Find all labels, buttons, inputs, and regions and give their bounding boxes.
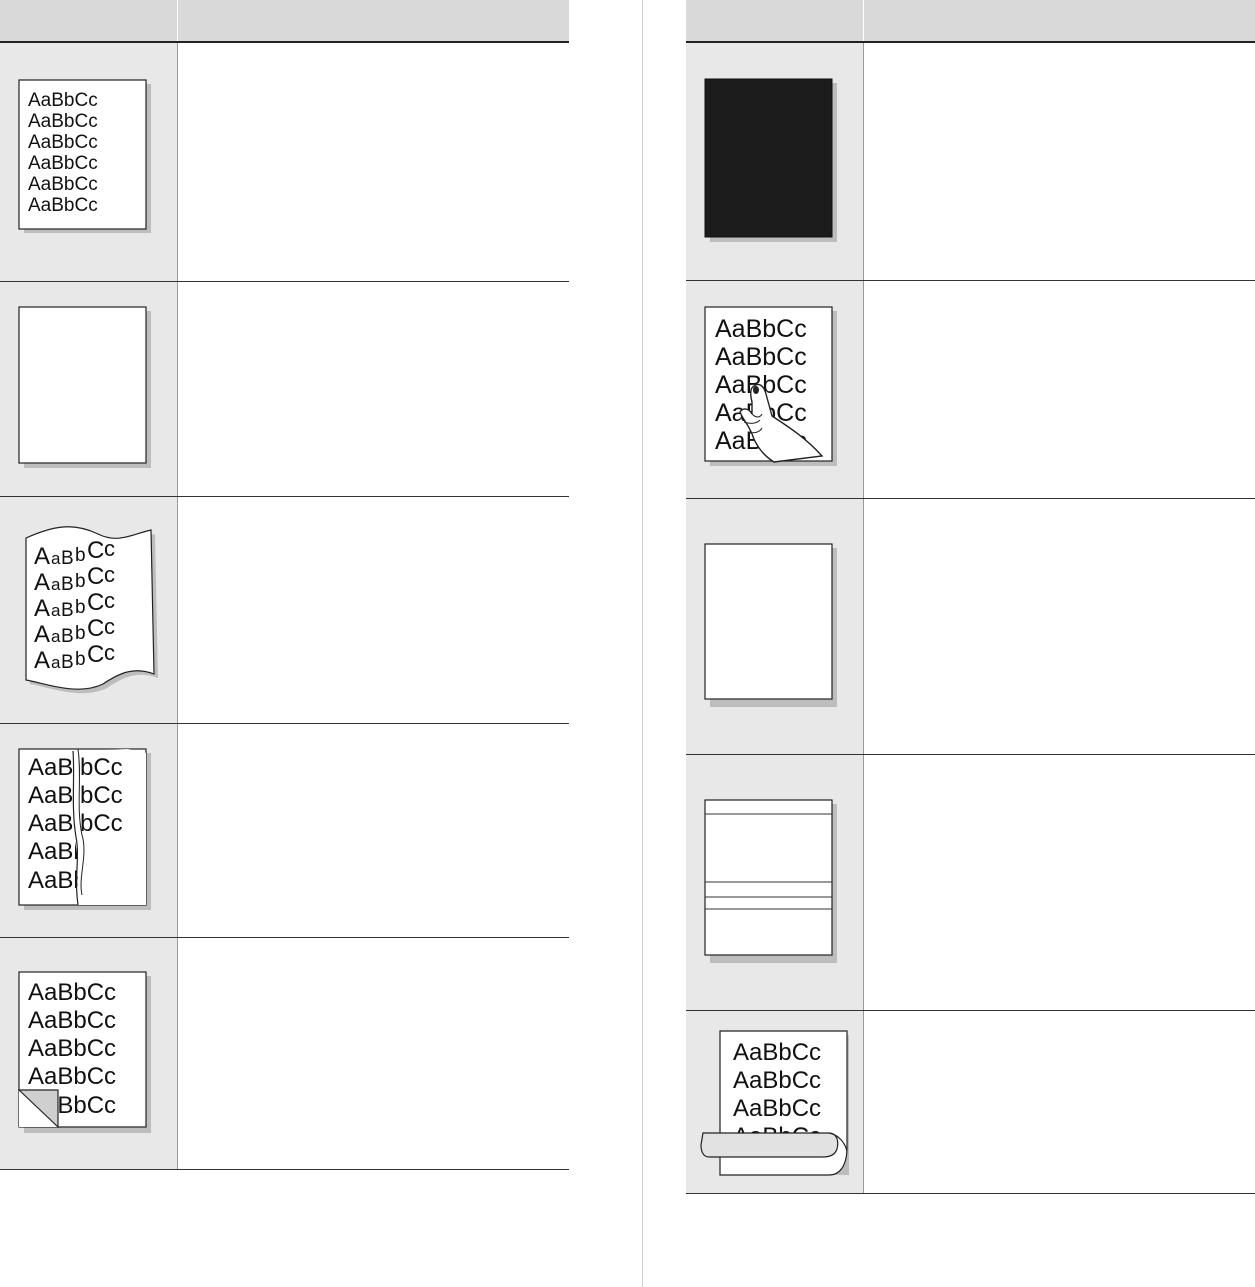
description-cell xyxy=(862,280,1255,499)
table-row: AaBbCc AaBbCc AaBbCc AaBbCc AaBbCc AaBbC… xyxy=(0,42,569,282)
sample-text: AaBbCc xyxy=(28,132,98,153)
wavy-text: C xyxy=(87,641,104,668)
wavy-text: B xyxy=(61,652,74,673)
black-page-image xyxy=(704,78,838,243)
wavy-text: A xyxy=(34,569,50,596)
wavy-text: b xyxy=(75,545,86,566)
table-row xyxy=(686,42,1255,281)
wavy-text: c xyxy=(104,588,115,613)
table-row xyxy=(686,498,1255,755)
wavy-text: A xyxy=(34,543,50,570)
sample-text: AaBbCc xyxy=(28,174,98,195)
wavy-text: C xyxy=(87,537,104,564)
image-cell: AaBbCc AaBbCc AaBbCc AaBbCc AaBbCc xyxy=(0,937,177,1170)
sample-text: AaBbCc xyxy=(733,1095,821,1122)
sample-text: AaBbCc xyxy=(28,153,98,174)
column-divider xyxy=(642,0,643,1287)
wavy-text: A xyxy=(34,647,50,674)
sample-text: AaBbCc xyxy=(715,315,807,343)
wavy-text: a xyxy=(51,575,61,594)
wavy-text: a xyxy=(51,549,61,568)
image-cell xyxy=(686,42,863,281)
sample-text: AaBbCc xyxy=(28,979,116,1006)
blank-page-image xyxy=(704,543,838,707)
sample-text: AaBbCc xyxy=(28,1063,116,1090)
description-cell xyxy=(862,42,1255,281)
description-cell xyxy=(176,42,569,282)
image-cell: A a B b C c A a B b C c A a B b C c A a … xyxy=(0,496,177,724)
wavy-text: b xyxy=(75,571,86,592)
table-row xyxy=(686,754,1255,1011)
wavy-text: b xyxy=(75,623,86,644)
description-cell xyxy=(862,1010,1255,1194)
torn-text-right: bCc xyxy=(80,810,123,837)
wavy-text: C xyxy=(87,589,104,616)
horizontal-lines-page-image xyxy=(704,799,838,963)
wavy-text: B xyxy=(61,626,74,647)
torn-text-right: bCc xyxy=(80,754,123,781)
image-cell: AaBbCc AaBbCc AaBbCc AaBbCc AaBbCc AaBbC… xyxy=(0,42,177,282)
wavy-text: a xyxy=(51,627,61,646)
wavy-text: b xyxy=(75,649,86,670)
smudged-page-image: AaBbCc AaBbCc AaBbCc AaBbCc AaBbCc xyxy=(704,306,838,466)
wavy-text: C xyxy=(87,563,104,590)
curled-page-image: AaBbCc AaBbCc AaBbCc AaBbCc xyxy=(700,1029,850,1176)
description-cell xyxy=(176,281,569,497)
table-row: A a B b C c A a B b C c A a B b C c A a … xyxy=(0,496,569,724)
wavy-text: A xyxy=(34,621,50,648)
sample-text: AaBbCc xyxy=(28,111,98,132)
wavy-text: c xyxy=(104,536,115,561)
sample-text: AaBbCc xyxy=(733,1039,821,1066)
wavy-text: B xyxy=(61,574,74,595)
wavy-text: B xyxy=(61,600,74,621)
sample-text: AaBbCc xyxy=(28,195,98,216)
torn-text-right: bCc xyxy=(80,782,123,809)
wavy-text: b xyxy=(75,597,86,618)
sample-text: AaBbCc xyxy=(28,90,98,111)
left-header-image-column xyxy=(0,0,177,43)
table-row: AaBbCc AaBbCc AaBbCc AaBbCc AaBbCc xyxy=(0,937,569,1170)
wavy-text: a xyxy=(51,601,61,620)
image-cell: AaBbCc AaBbCc AaBbCc AaBbCc xyxy=(686,1010,863,1194)
description-cell xyxy=(176,496,569,724)
table-row xyxy=(0,281,569,497)
description-cell xyxy=(176,723,569,938)
right-header-description-column xyxy=(862,0,1255,43)
left-header-description-column xyxy=(176,0,569,43)
description-cell xyxy=(862,498,1255,755)
table-row: AaB AaB AaB AaBbCc AaBbCc bCc bCc bCc xyxy=(0,723,569,938)
description-cell xyxy=(176,937,569,1170)
table-row: AaBbCc AaBbCc AaBbCc AaBbCc xyxy=(686,1010,1255,1194)
wavy-text: c xyxy=(104,640,115,665)
wavy-text: C xyxy=(87,615,104,642)
description-cell xyxy=(862,754,1255,1011)
torn-page-image: AaB AaB AaB AaBbCc AaBbCc bCc bCc bCc xyxy=(18,748,152,910)
wavy-page-image: A a B b C c A a B b C c A a B b C c A a … xyxy=(25,525,159,693)
wavy-text: c xyxy=(104,614,115,639)
torn-text-left: AaB xyxy=(28,810,73,837)
right-header-image-column xyxy=(686,0,863,43)
table-row: AaBbCc AaBbCc AaBbCc AaBbCc AaBbCc xyxy=(686,280,1255,499)
light-print-page-image: AaBbCc AaBbCc AaBbCc AaBbCc AaBbCc AaBbC… xyxy=(18,79,152,233)
wavy-text: a xyxy=(51,653,61,672)
torn-text-left: AaB xyxy=(28,754,73,781)
image-cell: AaBbCc AaBbCc AaBbCc AaBbCc AaBbCc xyxy=(686,280,863,499)
image-cell xyxy=(0,281,177,497)
right-troubleshooting-table: AaBbCc AaBbCc AaBbCc AaBbCc AaBbCc xyxy=(686,0,1255,1194)
torn-text-left: AaB xyxy=(28,782,73,809)
wavy-text: A xyxy=(34,595,50,622)
wavy-text: B xyxy=(61,548,74,569)
sample-text: AaBbCc xyxy=(28,1007,116,1034)
blank-page-image xyxy=(18,305,152,468)
image-cell: AaB AaB AaB AaBbCc AaBbCc bCc bCc bCc xyxy=(0,723,177,938)
image-cell xyxy=(686,754,863,1011)
left-troubleshooting-table: AaBbCc AaBbCc AaBbCc AaBbCc AaBbCc AaBbC… xyxy=(0,0,569,1170)
sample-text: AaBbCc xyxy=(715,343,807,371)
folded-corner-page-image: AaBbCc AaBbCc AaBbCc AaBbCc AaBbCc xyxy=(18,971,152,1133)
sample-text: AaBbCc xyxy=(733,1067,821,1094)
sample-text: AaBbCc xyxy=(28,1035,116,1062)
image-cell xyxy=(686,498,863,755)
wavy-text: c xyxy=(104,562,115,587)
